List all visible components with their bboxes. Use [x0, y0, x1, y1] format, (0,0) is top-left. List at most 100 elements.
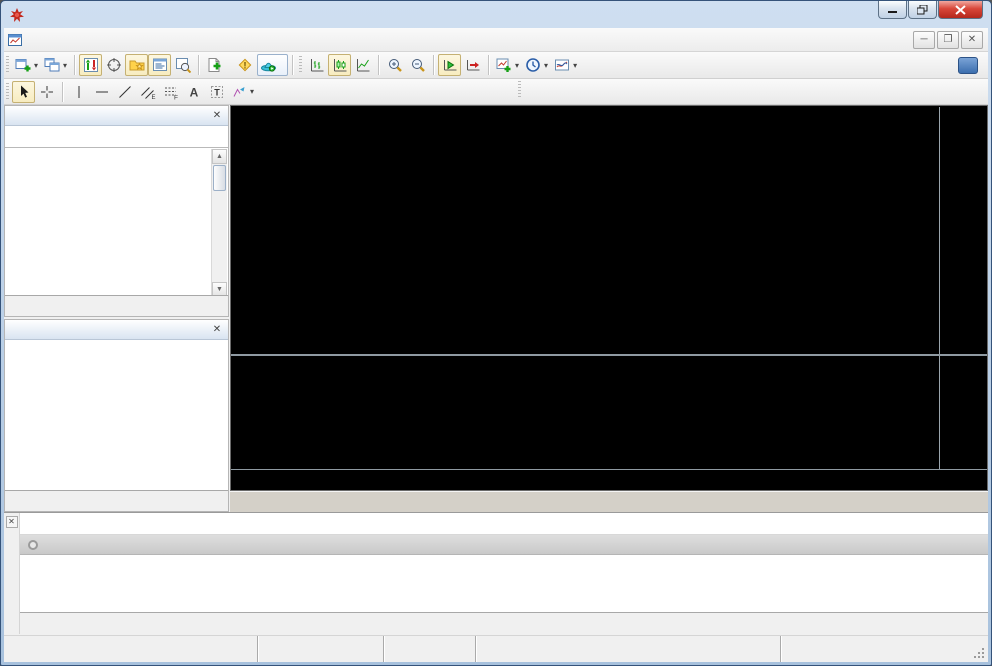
- toolbar-separator: [292, 55, 293, 75]
- navigator-toggle-button[interactable]: [125, 54, 148, 76]
- svg-text:F: F: [174, 94, 178, 100]
- chevron-down-icon: ▾: [250, 87, 254, 96]
- periods-dropdown-button[interactable]: ▾: [522, 54, 551, 76]
- new-order-button[interactable]: [203, 54, 233, 76]
- ac-indicator-window: [231, 356, 987, 469]
- zoom-in-button[interactable]: [383, 54, 406, 76]
- fibonacci-tool-button[interactable]: F: [159, 81, 182, 103]
- arrows-tool-button[interactable]: ▾: [228, 81, 257, 103]
- notification-badge[interactable]: [958, 57, 978, 74]
- market-watch-header[interactable]: ✕: [5, 106, 228, 126]
- status-empty-cell: [383, 636, 475, 662]
- price-chart-svg[interactable]: [231, 107, 941, 354]
- toolbar-separator: [74, 55, 75, 75]
- application-window: ─ ❐ ✕ ▾ ▾ !: [0, 0, 992, 666]
- svg-text:!: !: [244, 61, 247, 71]
- auto-scroll-button[interactable]: [438, 54, 461, 76]
- crosshair-tool-button[interactable]: [35, 81, 58, 103]
- zoom-out-button[interactable]: [406, 54, 429, 76]
- chart-window-icon[interactable]: [4, 32, 26, 48]
- status-spacer: [475, 636, 780, 662]
- chevron-down-icon: ▾: [34, 61, 38, 70]
- toolbar-grip[interactable]: [518, 81, 521, 99]
- svg-text:T: T: [214, 87, 220, 97]
- terminal-toggle-button[interactable]: [148, 54, 171, 76]
- market-watch-toggle-button[interactable]: [79, 54, 102, 76]
- balance-icon: [28, 540, 38, 550]
- bar-chart-button[interactable]: [305, 54, 328, 76]
- workspace: ✕ ▲ ▼ ✕: [4, 105, 988, 512]
- toolbar-grip[interactable]: [299, 56, 302, 74]
- navigator-header[interactable]: ✕: [5, 320, 228, 340]
- resize-grip[interactable]: [970, 636, 988, 662]
- left-panels: ✕ ▲ ▼ ✕: [4, 105, 229, 512]
- ac-indicator-svg[interactable]: [231, 356, 941, 469]
- navigator-panel: ✕: [4, 319, 229, 512]
- horizontal-line-tool-button[interactable]: [90, 81, 113, 103]
- trendline-tool-button[interactable]: [113, 81, 136, 103]
- close-icon[interactable]: ✕: [210, 323, 224, 337]
- mdi-restore-icon[interactable]: ❐: [937, 31, 959, 49]
- menu-bar: ─ ❐ ✕: [4, 28, 988, 52]
- chart-zone: [230, 105, 988, 512]
- data-window-button[interactable]: [102, 54, 125, 76]
- line-chart-button[interactable]: [351, 54, 374, 76]
- mdi-close-icon[interactable]: ✕: [961, 31, 983, 49]
- autotrading-alert-icon[interactable]: !: [233, 54, 257, 76]
- svg-text:A: A: [189, 85, 198, 99]
- terminal-main: [20, 513, 988, 634]
- toolbar-grip[interactable]: [6, 56, 9, 74]
- profiles-button[interactable]: ▾: [41, 54, 70, 76]
- cursor-tool-button[interactable]: [12, 81, 35, 103]
- terminal-empty-area[interactable]: [20, 555, 988, 612]
- svg-text:E: E: [151, 95, 155, 100]
- status-help: [4, 636, 257, 662]
- terminal-side-strip: ✕: [4, 513, 20, 634]
- chart-window[interactable]: [230, 105, 988, 491]
- market-watch-panel: ✕ ▲ ▼: [4, 105, 229, 317]
- text-label-tool-button[interactable]: T: [205, 81, 228, 103]
- app-icon: [9, 7, 25, 23]
- navigator-tabs: [5, 490, 228, 511]
- terminal-column-headers: [20, 513, 988, 535]
- client-area: ─ ❐ ✕ ▾ ▾ !: [4, 28, 988, 662]
- text-tool-button[interactable]: A: [182, 81, 205, 103]
- titlebar[interactable]: [1, 1, 991, 28]
- chart-shift-button[interactable]: [461, 54, 484, 76]
- standard-toolbar: ▾ ▾ ! ▾ ▾ ▾: [4, 52, 988, 79]
- expert-advisors-button[interactable]: [257, 54, 288, 76]
- toolbar-separator: [433, 55, 434, 75]
- toolbar-separator: [62, 82, 63, 102]
- toolbar-separator: [488, 55, 489, 75]
- chart-tabs-bar: [230, 491, 988, 512]
- status-connection: [780, 636, 970, 662]
- time-axis[interactable]: [231, 469, 987, 491]
- templates-dropdown-button[interactable]: ▾: [551, 54, 580, 76]
- market-watch-tabs: [5, 295, 228, 316]
- ac-indicator-scale[interactable]: [939, 356, 987, 469]
- status-bar: [4, 635, 988, 662]
- mdi-minimize-icon[interactable]: ─: [913, 31, 935, 49]
- price-scale[interactable]: [939, 107, 987, 354]
- chevron-down-icon: ▾: [63, 61, 67, 70]
- scroll-up-icon[interactable]: ▲: [212, 149, 227, 164]
- minimize-button[interactable]: [878, 1, 907, 19]
- terminal-tabs: [20, 612, 988, 634]
- one-click-trading-button[interactable]: [257, 636, 383, 662]
- restore-button[interactable]: [908, 1, 937, 19]
- scrollbar-thumb[interactable]: [213, 165, 226, 191]
- strategy-tester-button[interactable]: [171, 54, 194, 76]
- market-watch-column-headers: [5, 126, 228, 148]
- vertical-line-tool-button[interactable]: [67, 81, 90, 103]
- close-button[interactable]: [938, 1, 983, 19]
- market-watch-scrollbar[interactable]: ▲ ▼: [211, 149, 227, 297]
- toolbar-grip[interactable]: [6, 83, 9, 101]
- balance-row[interactable]: [20, 535, 988, 555]
- close-icon[interactable]: ✕: [6, 516, 18, 528]
- equidistant-channel-tool-button[interactable]: E: [136, 81, 159, 103]
- close-icon[interactable]: ✕: [210, 109, 224, 123]
- new-chart-button[interactable]: ▾: [12, 54, 41, 76]
- indicators-dropdown-button[interactable]: ▾: [493, 54, 522, 76]
- balance-summary: [20, 540, 806, 550]
- candlestick-chart-button[interactable]: [328, 54, 351, 76]
